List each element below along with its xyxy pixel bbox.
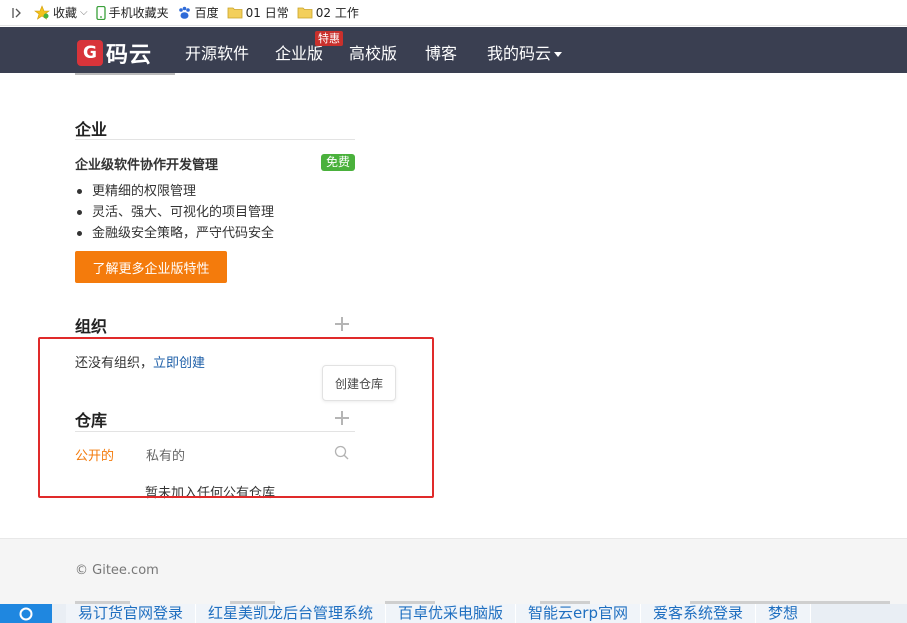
- phone-icon: [95, 5, 106, 20]
- nav-education[interactable]: 高校版: [349, 40, 397, 64]
- bookmark-label: 01 日常: [245, 6, 289, 20]
- bullet-icon: [77, 231, 82, 236]
- bookmark-mobile[interactable]: 手机收藏夹: [95, 4, 169, 21]
- list-item: 金融级安全策略，严守代码安全: [75, 223, 274, 244]
- strip-link[interactable]: 智能云erp官网: [516, 604, 641, 623]
- list-item: 更精细的权限管理: [75, 181, 274, 202]
- highlight-frame: [38, 337, 434, 498]
- bookmark-baidu[interactable]: 百度: [177, 4, 219, 21]
- chevron-down-icon[interactable]: ⌵: [80, 7, 88, 18]
- enterprise-title: 企业: [75, 120, 108, 139]
- bookmark-label: 02 工作: [315, 6, 359, 20]
- nav-my-gitee[interactable]: 我的码云: [487, 40, 563, 64]
- add-org-plus-icon[interactable]: [335, 317, 349, 331]
- caret-down-icon: [554, 52, 563, 57]
- orgs-title: 组织: [75, 317, 108, 336]
- top-navbar: G 码云 开源软件 企业版 特惠 高校版 博客 我的码云: [0, 27, 907, 73]
- strip-link[interactable]: 易订货官网登录: [66, 604, 197, 623]
- logo-mark: G: [77, 40, 103, 66]
- logo-text: 码云: [106, 43, 153, 68]
- list-item: 灵活、强大、可视化的项目管理: [75, 202, 274, 223]
- bookmark-favorites[interactable]: 收藏 ⌵: [34, 4, 88, 21]
- folder-icon: [227, 6, 243, 19]
- promo-badge: 特惠: [315, 31, 343, 46]
- bookmarks-bar: 收藏 ⌵ 手机收藏夹 百度 01 日常 02 工作: [0, 0, 907, 26]
- bookmark-folder-work[interactable]: 02 工作: [297, 4, 359, 21]
- strip-link[interactable]: 红星美凯龙后台管理系统: [196, 604, 387, 623]
- cut-off-content: [75, 69, 195, 77]
- search-icon[interactable]: [0, 604, 52, 623]
- strip-link[interactable]: 梦想: [755, 604, 811, 623]
- feature-text: 金融级安全策略，严守代码安全: [92, 226, 275, 241]
- enterprise-feature-list: 更精细的权限管理 灵活、强大、可视化的项目管理 金融级安全策略，严守代码安全: [75, 181, 274, 244]
- star-icon: [34, 5, 50, 20]
- learn-enterprise-button[interactable]: 了解更多企业版特性: [75, 251, 227, 283]
- site-logo[interactable]: G 码云: [77, 37, 152, 69]
- sidebar-toggle-icon[interactable]: [0, 7, 34, 19]
- strip-link[interactable]: 爱客系统登录: [640, 604, 756, 623]
- bullet-icon: [77, 189, 82, 194]
- bottom-link-strip: 易订货官网登录 红星美凯龙后台管理系统 百卓优采电脑版 智能云erp官网 爱客系…: [0, 604, 907, 623]
- free-badge: 免费: [321, 154, 356, 171]
- bookmark-label: 手机收藏夹: [108, 6, 169, 20]
- enterprise-divider: [75, 139, 355, 140]
- folder-icon: [297, 6, 313, 19]
- bookmark-folder-daily[interactable]: 01 日常: [227, 4, 289, 21]
- nav-blog[interactable]: 博客: [425, 40, 457, 64]
- nav-my-gitee-label: 我的码云: [487, 44, 552, 63]
- baidu-paw-icon: [177, 6, 192, 20]
- strip-link[interactable]: 百卓优采电脑版: [386, 604, 517, 623]
- copyright-text: © Gitee.com: [75, 563, 159, 578]
- feature-text: 灵活、强大、可视化的项目管理: [92, 205, 275, 220]
- feature-text: 更精细的权限管理: [92, 184, 197, 199]
- bookmark-label: 百度: [194, 6, 219, 20]
- bullet-icon: [77, 210, 82, 215]
- nav-open-source[interactable]: 开源软件: [185, 40, 249, 64]
- bookmark-label: 收藏: [53, 6, 78, 20]
- enterprise-subtitle: 企业级软件协作开发管理: [75, 158, 219, 173]
